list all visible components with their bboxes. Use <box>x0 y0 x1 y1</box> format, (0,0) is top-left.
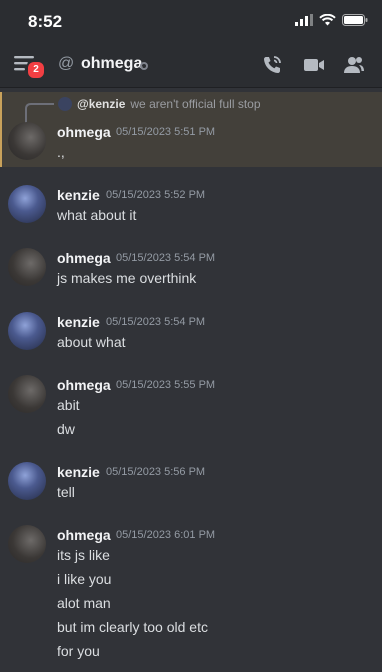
timestamp: 05/15/2023 5:51 PM <box>116 126 216 138</box>
avatar[interactable] <box>8 312 46 350</box>
message-text: about what <box>57 334 126 350</box>
timestamp: 05/15/2023 5:54 PM <box>106 316 206 328</box>
wifi-icon <box>319 14 336 26</box>
author-name[interactable]: ohmega <box>57 250 111 266</box>
avatar[interactable] <box>8 248 46 286</box>
status-icons <box>295 14 368 26</box>
at-symbol: @ <box>58 55 75 72</box>
message-text: tell <box>57 484 75 500</box>
author-name[interactable]: ohmega <box>57 377 111 393</box>
battery-icon <box>342 14 368 26</box>
channel-header: 2 @ ohmega <box>0 42 382 88</box>
timestamp: 05/15/2023 5:56 PM <box>106 466 206 478</box>
message-text: what about it <box>57 207 137 223</box>
timestamp: 05/15/2023 5:54 PM <box>116 252 216 264</box>
member-list-button[interactable] <box>343 54 365 76</box>
avatar[interactable] <box>8 525 46 563</box>
message-text: dw <box>57 421 75 437</box>
timestamp: 05/15/2023 6:01 PM <box>116 529 216 541</box>
video-camera-icon <box>304 59 324 71</box>
message-text: i like you <box>57 571 112 587</box>
status-time: 8:52 <box>28 12 63 31</box>
video-call-button[interactable] <box>303 54 325 76</box>
message-text: its js like <box>57 547 110 563</box>
author-name[interactable]: ohmega <box>57 124 111 140</box>
menu-button[interactable]: 2 <box>14 54 46 80</box>
author-name[interactable]: kenzie <box>57 314 100 330</box>
author-name[interactable]: kenzie <box>57 187 100 203</box>
timestamp: 05/15/2023 5:55 PM <box>116 379 216 391</box>
unread-badge: 2 <box>26 60 46 80</box>
voice-call-button[interactable] <box>261 54 283 76</box>
timestamp: 05/15/2023 5:52 PM <box>106 189 206 201</box>
message-list[interactable]: @kenzie we aren't official full stop ohm… <box>0 88 382 672</box>
author-name[interactable]: ohmega <box>57 527 111 543</box>
message-text: but im clearly too old etc <box>57 619 208 635</box>
message-text: for you <box>57 643 100 659</box>
avatar[interactable] <box>8 122 46 160</box>
message-text: js makes me overthink <box>57 270 197 286</box>
status-bar: 8:52 <box>0 0 382 42</box>
avatar[interactable] <box>8 185 46 223</box>
author-name[interactable]: kenzie <box>57 464 100 480</box>
message-text: ., <box>57 144 65 160</box>
phone-call-icon <box>264 56 281 73</box>
members-icon <box>344 57 364 73</box>
reply-author: @kenzie <box>77 97 126 111</box>
signal-icon <box>295 14 313 26</box>
avatar[interactable] <box>8 375 46 413</box>
reply-preview[interactable]: @kenzie we aren't official full stop <box>58 97 261 111</box>
message-text: abit <box>57 397 80 413</box>
channel-name[interactable]: ohmega <box>81 55 142 73</box>
status-indicator <box>140 62 148 70</box>
reply-text: we aren't official full stop <box>130 97 261 111</box>
reply-avatar <box>58 97 72 111</box>
avatar[interactable] <box>8 462 46 500</box>
message-text: alot man <box>57 595 111 611</box>
